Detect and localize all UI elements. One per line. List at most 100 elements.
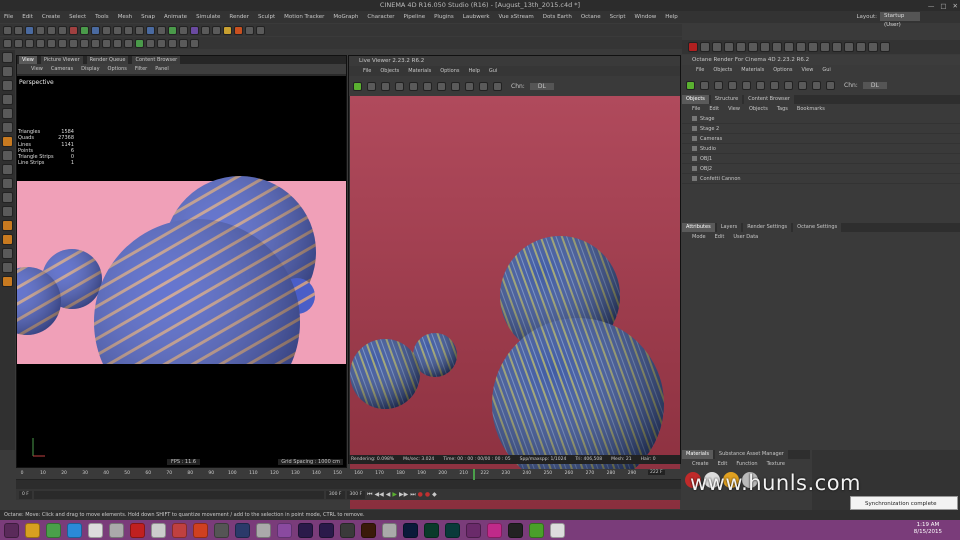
menu-vue-xstream[interactable]: Vue xStream <box>499 14 534 20</box>
timeline-playhead[interactable] <box>473 469 475 480</box>
list-item[interactable]: Studio <box>682 144 960 154</box>
octane-half-icon[interactable] <box>712 42 722 52</box>
app3-icon[interactable] <box>193 522 208 538</box>
locked-workplane-icon[interactable] <box>102 38 111 48</box>
octane-scatter-icon[interactable] <box>844 42 854 52</box>
effector-icon[interactable] <box>146 38 155 48</box>
polygon-tool-icon[interactable] <box>2 136 13 147</box>
move-icon[interactable] <box>36 25 45 35</box>
tweak-tool-icon[interactable] <box>2 248 13 259</box>
render-picture-viewer-icon[interactable] <box>124 25 133 35</box>
chn-dropdown[interactable]: DL <box>529 82 554 90</box>
layout-dropdown[interactable]: Startup (User) <box>880 12 920 28</box>
skype-icon[interactable] <box>67 522 82 538</box>
mograph-cloner-icon[interactable] <box>135 38 144 48</box>
menu-select[interactable]: Select <box>69 14 86 20</box>
pick-object-icon[interactable] <box>798 80 807 90</box>
attr-menu-user-data[interactable]: User Data <box>733 232 758 242</box>
tab-view[interactable]: View <box>19 56 37 64</box>
y-axis-icon[interactable] <box>80 25 89 35</box>
menu-mesh[interactable]: Mesh <box>118 14 132 20</box>
paint-tool-icon[interactable] <box>2 220 13 231</box>
snapping-icon[interactable] <box>80 38 89 48</box>
list-item[interactable]: OBJ2 <box>682 164 960 174</box>
lock-icon[interactable] <box>756 80 765 90</box>
texture-tool-icon[interactable] <box>2 80 13 91</box>
keyframe-icon[interactable]: ◆ <box>432 491 437 498</box>
lv-menu-materials[interactable]: Materials <box>408 66 431 76</box>
deformer-icon[interactable] <box>190 25 199 35</box>
pick-material-icon[interactable] <box>784 80 793 90</box>
octane-live-icon[interactable] <box>234 25 243 35</box>
menu-window[interactable]: Window <box>635 14 657 20</box>
menu-laubwerk[interactable]: Laubwerk <box>463 14 490 20</box>
light-icon[interactable] <box>223 25 232 35</box>
render-view-icon[interactable] <box>113 25 122 35</box>
render-output[interactable] <box>350 96 680 509</box>
rp-menu-gui[interactable]: Gui <box>822 65 830 75</box>
menu-octane[interactable]: Octane <box>581 14 601 20</box>
menu-pipeline[interactable]: Pipeline <box>404 14 426 20</box>
region-icon[interactable] <box>742 80 751 90</box>
menu-dots-earth[interactable]: Dots Earth <box>543 14 572 20</box>
app2-icon[interactable] <box>151 522 166 538</box>
speedgrade-icon[interactable] <box>424 522 439 538</box>
menu-edit[interactable]: Edit <box>22 14 33 20</box>
rp-menu-materials[interactable]: Materials <box>741 65 764 75</box>
cube-icon[interactable] <box>146 25 155 35</box>
app10-icon[interactable] <box>487 522 502 538</box>
array-icon[interactable] <box>179 25 188 35</box>
list-item[interactable]: Cameras <box>682 134 960 144</box>
cinema4d-icon[interactable] <box>235 522 250 538</box>
timeline[interactable]: 0 10 20 30 40 50 60 70 80 90 100 110 120 130 140 150 160… <box>16 469 681 489</box>
lv-menu-options[interactable]: Options <box>440 66 459 76</box>
tab-attributes[interactable]: Attributes <box>682 223 715 232</box>
solo-icon[interactable] <box>124 38 133 48</box>
viewport-canvas[interactable]: Perspective Triangles 1584 Quads 27368 Lin… <box>17 76 346 467</box>
viewport-menu-filter[interactable]: Filter <box>135 64 147 74</box>
workplane-icon[interactable] <box>91 38 100 48</box>
viewport-menu-display[interactable]: Display <box>81 64 99 74</box>
camera-icon[interactable] <box>212 25 221 35</box>
snap-tool-icon[interactable] <box>2 178 13 189</box>
octane-vdb-icon[interactable] <box>868 42 878 52</box>
octane-object-icon[interactable] <box>760 42 770 52</box>
list-item[interactable]: Confetti Cannon <box>682 174 960 184</box>
mat-menu-texture[interactable]: Texture <box>767 459 785 469</box>
stage-tool-icon[interactable] <box>2 276 13 287</box>
tab-layers[interactable]: Layers <box>716 223 742 232</box>
uv-polygons-icon[interactable] <box>2 164 13 175</box>
viewport-menu-view[interactable]: View <box>31 64 43 74</box>
list-item[interactable]: OBJ1 <box>682 154 960 164</box>
menu-create[interactable]: Create <box>42 14 60 20</box>
stop-icon[interactable] <box>395 81 404 91</box>
restart-icon[interactable] <box>367 81 376 91</box>
octane-settings-icon[interactable] <box>245 25 254 35</box>
mat-menu-create[interactable]: Create <box>692 459 709 469</box>
lock-icon[interactable] <box>423 81 432 91</box>
octane-env-icon[interactable] <box>796 42 806 52</box>
timeline-ruler[interactable]: 0 10 20 30 40 50 60 70 80 90 100 110 120 130 140 150 160… <box>16 469 681 480</box>
app4-icon[interactable] <box>214 522 229 538</box>
davinci-icon[interactable] <box>172 522 187 538</box>
menu-script[interactable]: Script <box>610 14 626 20</box>
edge-tool-icon[interactable] <box>2 122 13 133</box>
itunes-icon[interactable] <box>88 522 103 538</box>
audition-icon[interactable] <box>445 522 460 538</box>
restart-icon[interactable] <box>700 80 709 90</box>
range-end-field[interactable]: 300 F <box>325 490 345 499</box>
spline-icon[interactable] <box>157 25 166 35</box>
point-tool-icon[interactable] <box>2 108 13 119</box>
menu-mograph[interactable]: MoGraph <box>333 14 358 20</box>
rp-menu-view[interactable]: View <box>801 65 813 75</box>
pick-focus-icon[interactable] <box>437 81 446 91</box>
app11-icon[interactable] <box>508 522 523 538</box>
octane-fog-icon[interactable] <box>832 42 842 52</box>
opera-icon[interactable] <box>130 522 145 538</box>
menu-render[interactable]: Render <box>229 14 249 20</box>
lv-menu-gui[interactable]: Gui <box>489 66 497 76</box>
tab-structure[interactable]: Structure <box>710 95 743 104</box>
attr-menu-mode[interactable]: Mode <box>692 232 706 242</box>
polygons-mode-icon[interactable] <box>47 38 56 48</box>
octane-start-icon[interactable] <box>686 80 695 90</box>
